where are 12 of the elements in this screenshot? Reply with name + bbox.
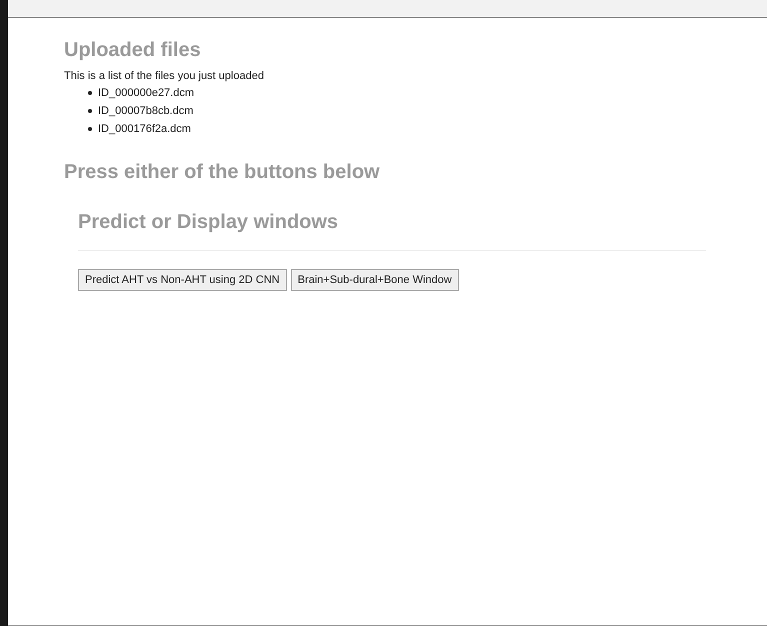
- file-name: ID_000000e27.dcm: [98, 86, 194, 101]
- bullet-icon: [88, 91, 92, 95]
- bullet-icon: [88, 127, 92, 131]
- panel-heading: Predict or Display windows: [78, 210, 340, 235]
- file-name: ID_000176f2a.dcm: [98, 122, 191, 137]
- intro-text: This is a list of the files you just uploaded: [64, 69, 265, 84]
- bullet-icon: [88, 109, 92, 113]
- instruction-heading: Press either of the buttons below: [64, 160, 381, 185]
- section-heading: Uploaded files: [64, 38, 202, 63]
- action-button[interactable]: Brain+Sub-dural+Bone Window: [290, 269, 459, 291]
- action-button[interactable]: Predict AHT vs Non-AHT using 2D CNN: [78, 269, 287, 291]
- file-name: ID_00007b8cb.dcm: [98, 104, 194, 119]
